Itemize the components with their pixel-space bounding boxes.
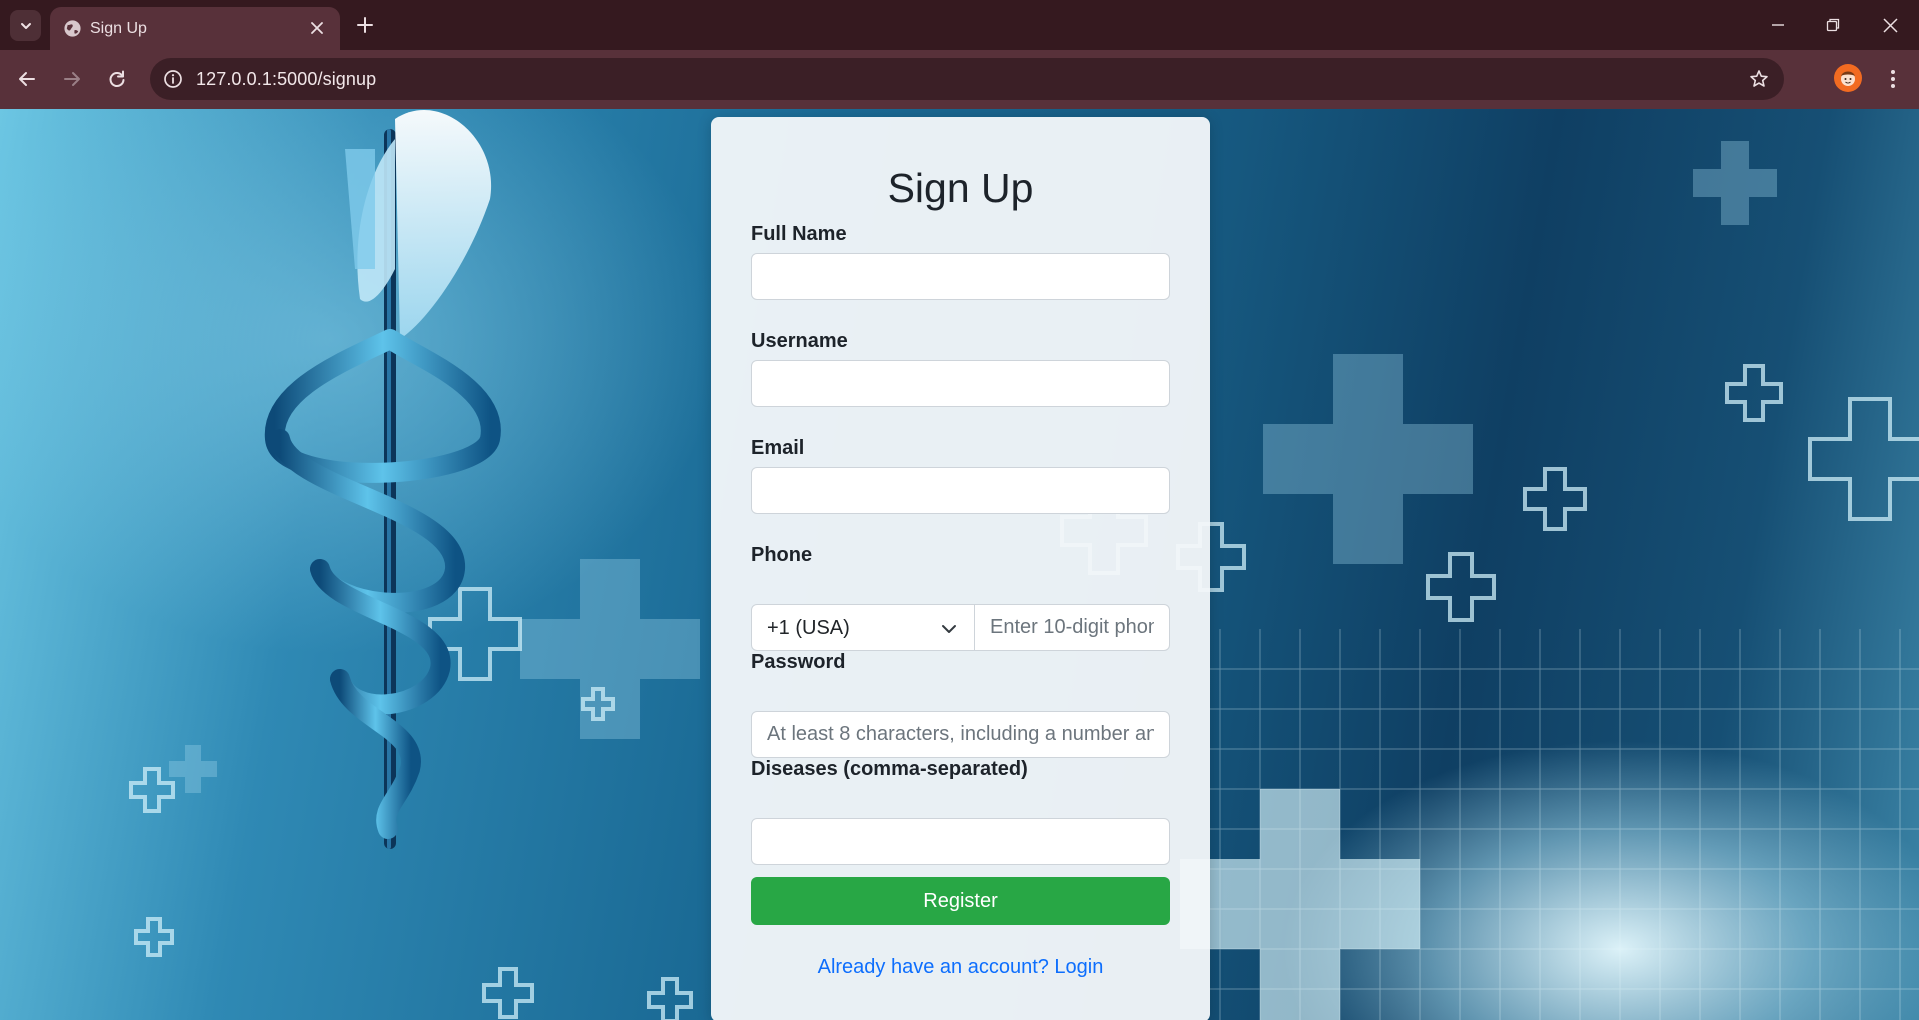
phone-input[interactable] <box>974 604 1170 651</box>
back-button[interactable] <box>10 62 44 96</box>
login-link[interactable]: Already have an account? Login <box>711 956 1210 979</box>
page-title: Sign Up <box>887 165 1034 211</box>
tab-strip: Sign Up <box>0 0 1919 50</box>
page-viewport: Sign Up Full Name Username Email Phone +… <box>0 109 1919 1020</box>
arrow-left-icon <box>19 72 35 86</box>
country-code-value: +1 (USA) <box>767 617 850 639</box>
avatar-icon <box>1841 71 1855 86</box>
full-name-input[interactable] <box>751 253 1170 300</box>
country-code-select[interactable]: +1 (USA) <box>751 604 975 651</box>
phone-label: Phone <box>751 544 813 566</box>
star-icon <box>1750 70 1768 87</box>
info-icon <box>164 70 182 88</box>
full-name-label: Full Name <box>751 223 847 245</box>
site-info-button[interactable] <box>160 66 186 92</box>
restore-icon <box>1826 18 1840 32</box>
register-button[interactable]: Register <box>751 877 1170 925</box>
tab-title: Sign Up <box>90 20 147 37</box>
profile-avatar[interactable] <box>1834 64 1862 92</box>
address-bar[interactable]: 127.0.0.1:5000/signup <box>150 58 1784 100</box>
globe-icon <box>64 20 81 37</box>
tab-active[interactable]: Sign Up <box>50 7 340 50</box>
close-window-button[interactable] <box>1870 8 1910 42</box>
password-label: Password <box>751 651 846 673</box>
diseases-input[interactable] <box>751 818 1170 865</box>
minimize-button[interactable] <box>1758 8 1798 42</box>
url-text[interactable]: 127.0.0.1:5000/signup <box>196 69 376 90</box>
close-icon <box>311 22 323 34</box>
minimize-icon <box>1772 24 1784 26</box>
browser-menu-button[interactable] <box>1878 62 1908 96</box>
tab-close-button[interactable] <box>306 17 328 39</box>
plus-icon <box>357 17 373 33</box>
password-input[interactable] <box>751 711 1170 758</box>
tab-search-button[interactable] <box>10 10 41 41</box>
bookmark-button[interactable] <box>1746 66 1772 92</box>
browser-toolbar: 127.0.0.1:5000/signup <box>0 50 1919 109</box>
email-input[interactable] <box>751 467 1170 514</box>
more-vertical-icon <box>1891 70 1895 88</box>
signup-card: Sign Up Full Name Username Email Phone +… <box>711 117 1210 1020</box>
arrow-right-icon <box>64 72 80 86</box>
chevron-down-icon <box>20 22 31 29</box>
restore-button[interactable] <box>1813 8 1853 42</box>
diseases-label: Diseases (comma-separated) <box>751 758 1028 780</box>
reload-button[interactable] <box>100 62 134 96</box>
new-tab-button[interactable] <box>352 12 378 38</box>
email-label: Email <box>751 437 805 459</box>
close-icon <box>1882 17 1898 33</box>
username-label: Username <box>751 330 848 352</box>
forward-button[interactable] <box>55 62 89 96</box>
chevron-down-icon <box>942 625 956 633</box>
username-input[interactable] <box>751 360 1170 407</box>
reload-icon <box>109 70 125 87</box>
